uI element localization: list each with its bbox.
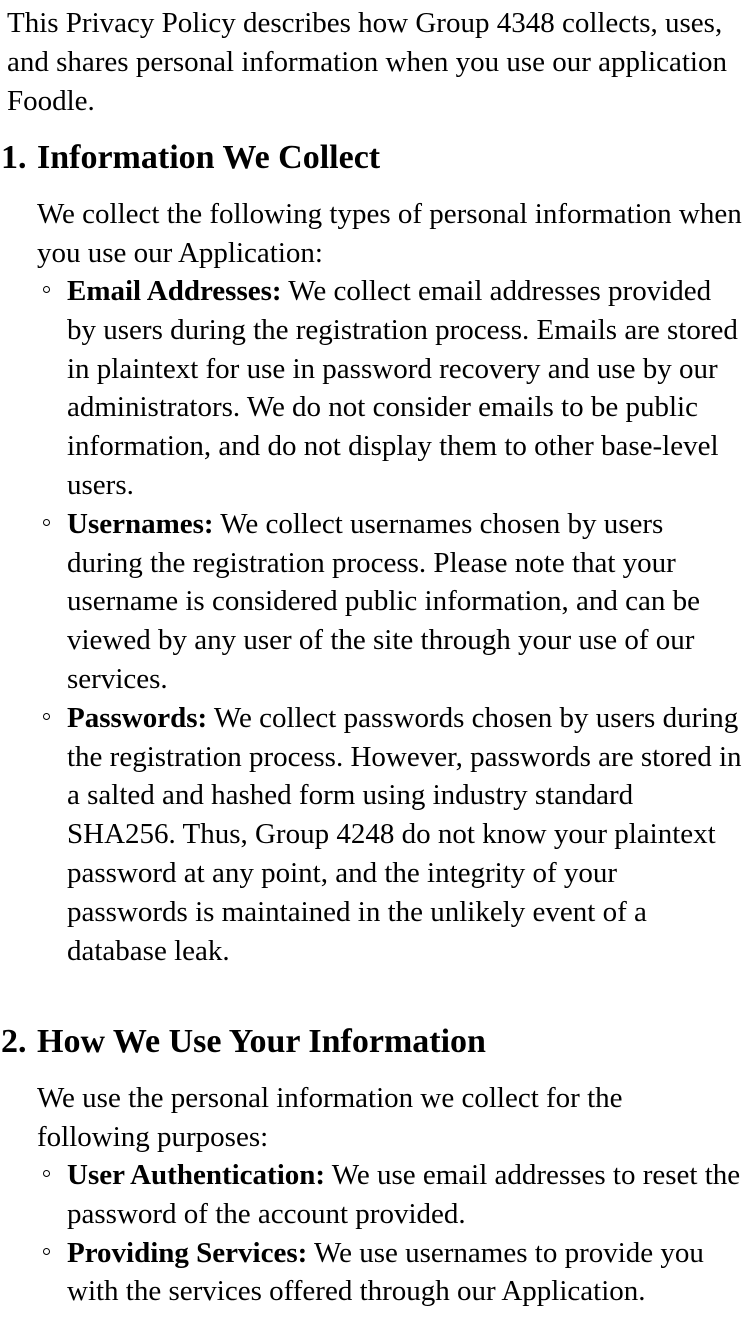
list-item-text: We collect email addresses provided by u… [67, 275, 738, 501]
list-item-text: We collect passwords chosen by users dur… [67, 701, 742, 967]
circle-bullet-icon [43, 1247, 50, 1255]
list-item-term: User Authentication: [67, 1159, 326, 1191]
list-item-term: Passwords: [67, 701, 208, 734]
section-information-we-collect: 1. Information We Collect We collect the… [0, 138, 750, 967]
circle-bullet-icon [43, 286, 50, 293]
list-item-email-addresses: Email Addresses: We collect email addres… [0, 272, 745, 505]
list-item-term: Providing Services: [67, 1236, 308, 1269]
list-item-term: Usernames: [67, 507, 214, 540]
list-item-term: Email Addresses: [67, 275, 282, 307]
circle-bullet-icon [43, 518, 50, 526]
section-lead-text: We use the personal information we colle… [37, 1082, 623, 1153]
section-number: 1. [1, 139, 27, 176]
list-item-usernames: Usernames: We collect usernames chosen b… [0, 505, 745, 699]
list-item-user-authentication: User Authentication: We use email addres… [0, 1156, 745, 1234]
usage-purpose-list: User Authentication: We use email addres… [0, 1156, 745, 1311]
collected-info-list: Email Addresses: We collect email addres… [0, 272, 745, 970]
list-item-providing-services: Providing Services: We use usernames to … [0, 1234, 745, 1312]
section-title: How We Use Your Information [37, 1023, 486, 1060]
section-heading: 1. Information We Collect [0, 138, 750, 178]
section-how-we-use-information: 2. How We Use Your Information We use th… [0, 1022, 750, 1307]
section-number: 2. [1, 1023, 27, 1060]
intro-paragraph: This Privacy Policy describes how Group … [7, 7, 727, 117]
list-item-passwords: Passwords: We collect passwords chosen b… [0, 699, 745, 971]
circle-bullet-icon [43, 1170, 50, 1177]
section-title: Information We Collect [37, 139, 381, 176]
section-heading: 2. How We Use Your Information [0, 1022, 750, 1062]
section-lead-text: We collect the following types of person… [37, 198, 742, 269]
circle-bullet-icon [43, 712, 50, 720]
